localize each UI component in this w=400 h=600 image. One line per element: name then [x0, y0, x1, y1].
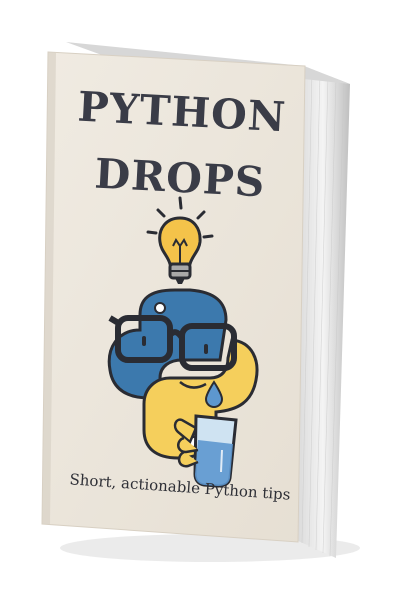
book-mockup: PYTHON DROPS Short, actionable Python ti… [0, 0, 400, 600]
book-title-line-2: DROPS [93, 149, 267, 207]
book-title-line-1: PYTHON [76, 82, 288, 142]
